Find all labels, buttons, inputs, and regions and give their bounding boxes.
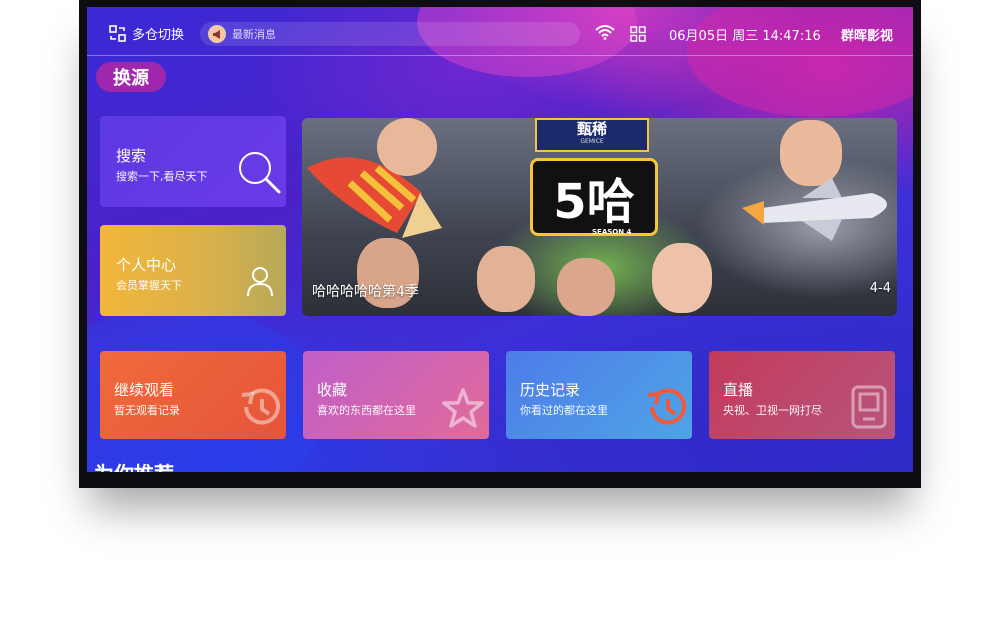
news-ticker[interactable]: 最新消息 [200,22,580,46]
brand-tag-text: 甄稀 [576,120,607,138]
user-icon [247,267,273,297]
history-icon [241,388,280,425]
show-logo: 5哈 [530,158,658,236]
user-card-subtitle: 会员掌握天下 [116,279,182,292]
user-center-card[interactable]: 个人中心 会员掌握天下 [100,225,286,316]
favorites-title: 收藏 [317,381,348,399]
live-tv-card[interactable]: 直播 央视、卫视一网打尽 [709,351,895,439]
search-card[interactable]: 搜索 搜索一下,看尽天下 [100,116,286,207]
cast-face [557,258,615,316]
history-subtitle: 你看过的都在这里 [520,404,608,417]
tv-frame: 多仓切换 最新消息 06月05日 周三 14:47:16 群晖影视 换源 搜索 … [79,0,921,488]
history-icon [647,388,686,425]
history-title: 历史记录 [520,381,581,399]
live-tv-title: 直播 [723,381,754,399]
cast-face [377,118,437,176]
megaphone-icon [208,25,226,43]
continue-watching-title: 继续观看 [114,381,175,399]
top-bar: 多仓切换 最新消息 06月05日 周三 14:47:16 群晖影视 [87,7,913,56]
datetime-display: 06月05日 周三 14:47:16 [669,29,821,44]
warehouse-switch-label: 多仓切换 [132,28,185,43]
favorites-card[interactable]: 收藏 喜欢的东西都在这里 [303,351,489,439]
brand-title: 群晖影视 [841,29,894,44]
warehouse-switch-button[interactable]: 多仓切换 [109,24,184,43]
cast-face [652,243,712,313]
shuttle-illustration [742,178,887,241]
banner-counter: 4-4 [869,281,891,296]
continue-watching-card[interactable]: 继续观看 暂无观看记录 [100,351,286,439]
search-icon [239,152,281,194]
history-card[interactable]: 历史记录 你看过的都在这里 [506,351,692,439]
switch-icon [109,25,126,42]
search-card-title: 搜索 [116,147,147,165]
news-label: 最新消息 [232,28,276,41]
user-card-title: 个人中心 [116,256,177,274]
banner-caption: 哈哈哈哈哈第4季 [312,284,419,300]
continue-watching-subtitle: 暂无观看记录 [114,404,180,417]
tv-icon [851,385,887,429]
brand-tag-sub: GEMICE [580,138,604,145]
change-source-button[interactable]: 换源 [96,62,166,92]
wifi-icon [595,25,615,40]
section-title-recommend: 为你推荐 [94,458,174,472]
cast-face [477,246,535,312]
show-logo-season: SEASON 4 [592,228,632,236]
tv-screen: 多仓切换 最新消息 06月05日 周三 14:47:16 群晖影视 换源 搜索 … [87,7,913,472]
search-card-subtitle: 搜索一下,看尽天下 [116,170,208,183]
brand-tag: 甄稀 GEMICE [535,118,649,152]
star-icon [442,388,484,428]
live-tv-subtitle: 央视、卫视一网打尽 [723,404,822,417]
apps-grid-icon[interactable] [630,26,646,42]
favorites-subtitle: 喜欢的东西都在这里 [317,404,416,417]
featured-banner[interactable]: 甄稀 GEMICE 5哈 SEASON 4 哈哈哈哈哈第4季 4-4 [302,118,897,316]
